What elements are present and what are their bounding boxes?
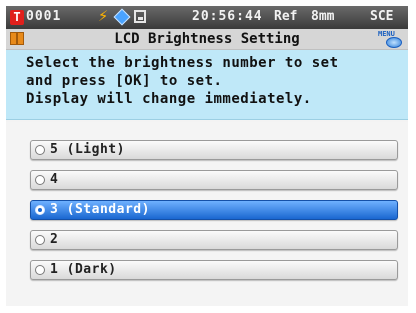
title-bar: LCD Brightness Setting MENU: [6, 29, 408, 50]
clock: 20:56:44: [192, 9, 263, 24]
instruction-panel: Select the brightness number to set and …: [6, 50, 408, 120]
memory-card-icon: [134, 10, 146, 23]
instruction-line-3: Display will change immediately.: [26, 91, 312, 107]
option-label: 1 (Dark): [50, 262, 117, 277]
radio-icon: [35, 175, 45, 185]
option-label: 2: [50, 232, 59, 247]
radio-icon: [35, 145, 45, 155]
power-icon: ⚡: [98, 6, 109, 26]
status-bar: T 0001 ⚡ 20:56:44 Ref 8mm SCE: [6, 6, 408, 29]
option-label: 3 (Standard): [50, 202, 150, 217]
option-brightness-3[interactable]: 3 (Standard): [30, 200, 398, 220]
brightness-option-list: 5 (Light) 4 3 (Standard) 2 1 (Dark): [6, 122, 408, 306]
device-screen: T 0001 ⚡ 20:56:44 Ref 8mm SCE LCD Bright…: [6, 6, 408, 306]
record-icon: T: [10, 10, 24, 25]
option-brightness-1[interactable]: 1 (Dark): [30, 260, 398, 280]
menu-button[interactable]: MENU: [376, 30, 404, 48]
menu-icon: [386, 37, 402, 48]
specular-mode-indicator: SCE: [370, 9, 394, 24]
measurement-number: 0001: [26, 9, 62, 24]
radio-icon: [35, 265, 45, 275]
option-label: 4: [50, 172, 59, 187]
option-brightness-2[interactable]: 2: [30, 230, 398, 250]
reference-indicator: Ref: [274, 9, 298, 24]
calibration-icon: [113, 8, 131, 26]
option-brightness-5[interactable]: 5 (Light): [30, 140, 398, 160]
instruction-line-1: Select the brightness number to set: [26, 55, 339, 71]
radio-selected-icon: [35, 205, 45, 215]
page-title: LCD Brightness Setting: [114, 31, 300, 47]
option-brightness-4[interactable]: 4: [30, 170, 398, 190]
radio-icon: [35, 235, 45, 245]
aperture-indicator: 8mm: [311, 9, 335, 24]
option-label: 5 (Light): [50, 142, 125, 157]
instruction-line-2: and press [OK] to set.: [26, 73, 223, 89]
